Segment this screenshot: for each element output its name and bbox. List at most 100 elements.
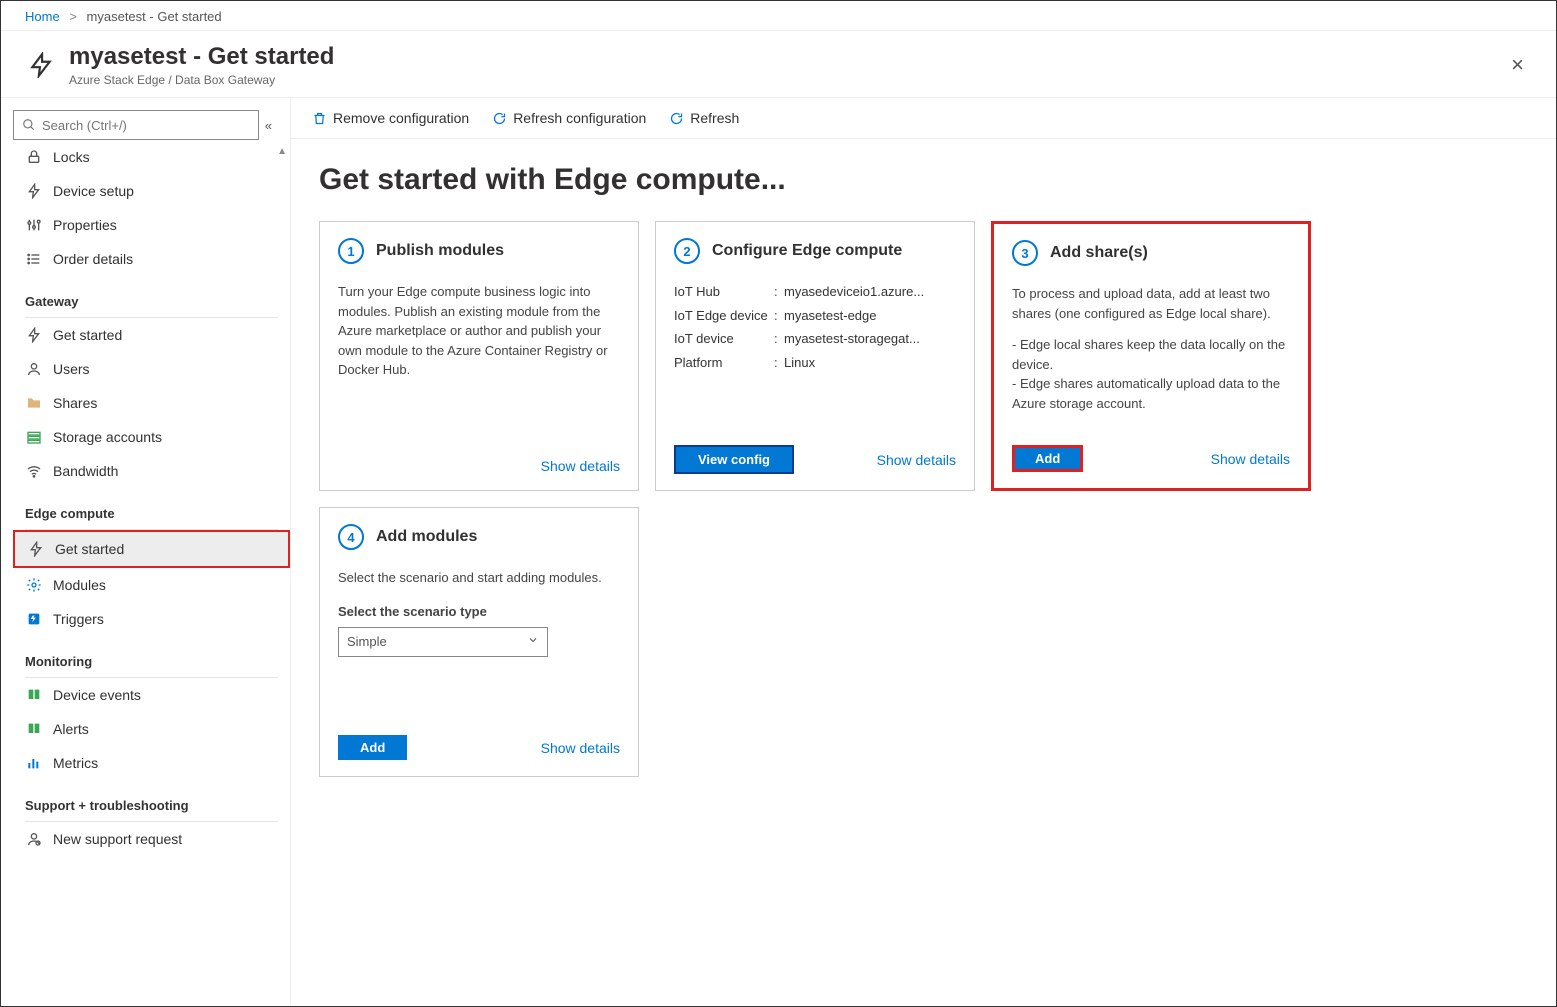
- refresh-config-button[interactable]: Refresh configuration: [491, 110, 646, 126]
- lock-icon: [25, 148, 43, 166]
- sidebar-item[interactable]: Shares: [13, 386, 290, 420]
- info-row: Platform:Linux: [674, 353, 956, 373]
- remove-config-label: Remove configuration: [333, 110, 469, 126]
- page-subtitle: Azure Stack Edge / Data Box Gateway: [69, 73, 334, 87]
- info-value: Linux: [784, 353, 956, 373]
- card-body: Turn your Edge compute business logic in…: [338, 282, 620, 442]
- sidebar-item[interactable]: Alerts: [13, 712, 290, 746]
- card-body: To process and upload data, add at least…: [1012, 284, 1290, 429]
- bolt-icon: [25, 326, 43, 344]
- card-title: Publish modules: [376, 242, 504, 260]
- refresh-button[interactable]: Refresh: [668, 110, 739, 126]
- step-number: 3: [1012, 240, 1038, 266]
- sidebar-item[interactable]: Metrics: [13, 746, 290, 780]
- scroll-up-icon[interactable]: ▲: [277, 146, 287, 157]
- info-row: IoT Edge device:myasetest-edge: [674, 306, 956, 326]
- sidebar-item[interactable]: Device setup: [13, 174, 290, 208]
- search-field[interactable]: [42, 118, 250, 133]
- sidebar-section-header: Support + troubleshooting: [13, 780, 290, 817]
- sidebar-item-label: Get started: [53, 327, 122, 343]
- add-button[interactable]: Add: [338, 735, 407, 760]
- card-body: Select the scenario and start adding mod…: [338, 568, 620, 719]
- chevron-down-icon: [527, 632, 539, 652]
- book-icon: [25, 686, 43, 704]
- support-icon: [25, 830, 43, 848]
- add-button[interactable]: Add: [1012, 445, 1083, 472]
- info-key: IoT device: [674, 329, 774, 349]
- info-key: Platform: [674, 353, 774, 373]
- storage-icon: [25, 428, 43, 446]
- sidebar-item[interactable]: Users: [13, 352, 290, 386]
- sidebar-item[interactable]: Storage accounts: [13, 420, 290, 454]
- info-key: IoT Hub: [674, 282, 774, 302]
- breadcrumb-home[interactable]: Home: [25, 9, 60, 24]
- refresh-icon: [491, 110, 507, 126]
- folder-icon: [25, 394, 43, 412]
- show-details-link[interactable]: Show details: [1211, 451, 1290, 467]
- trigger-icon: [25, 610, 43, 628]
- sidebar-section-header: Edge compute: [13, 488, 290, 525]
- card-body: IoT Hub:myasedeviceio1.azure... IoT Edge …: [674, 282, 956, 429]
- sidebar-item[interactable]: Properties: [13, 208, 290, 242]
- card-add-modules: 4 Add modules Select the scenario and st…: [319, 507, 639, 777]
- step-number: 4: [338, 524, 364, 550]
- chart-icon: [25, 754, 43, 772]
- sidebar-item[interactable]: New support request: [13, 822, 290, 856]
- sidebar-item-label: Device setup: [53, 183, 134, 199]
- card-add-shares: 3 Add share(s) To process and upload dat…: [991, 221, 1311, 491]
- wifi-icon: [25, 462, 43, 480]
- info-key: IoT Edge device: [674, 306, 774, 326]
- close-icon[interactable]: ×: [1503, 48, 1532, 82]
- sidebar-item-label: Shares: [53, 395, 97, 411]
- view-config-button[interactable]: View config: [674, 445, 794, 474]
- card-text: To process and upload data, add at least…: [1012, 284, 1290, 323]
- search-input[interactable]: [13, 110, 259, 140]
- scenario-select[interactable]: Simple: [338, 627, 548, 657]
- sidebar-item[interactable]: Triggers: [13, 602, 290, 636]
- info-row: IoT device:myasetest-storagegat...: [674, 329, 956, 349]
- select-value: Simple: [347, 632, 387, 652]
- sidebar: « ▲ Locks Device setup Properties Order det…: [1, 98, 291, 1006]
- list-icon: [25, 250, 43, 268]
- sidebar-item[interactable]: Get started: [13, 318, 290, 352]
- sidebar-section-header: Gateway: [13, 276, 290, 313]
- sidebar-item-label: New support request: [53, 831, 182, 847]
- sidebar-item[interactable]: Locks: [13, 140, 290, 174]
- select-label: Select the scenario type: [338, 602, 620, 622]
- sidebar-item[interactable]: Device events: [13, 678, 290, 712]
- sidebar-item[interactable]: Modules: [13, 568, 290, 602]
- collapse-sidebar-icon[interactable]: «: [265, 118, 272, 133]
- book-icon: [25, 720, 43, 738]
- breadcrumb: Home > myasetest - Get started: [1, 1, 1556, 31]
- sidebar-item[interactable]: Order details: [13, 242, 290, 276]
- refresh-label: Refresh: [690, 110, 739, 126]
- sidebar-section-header: Monitoring: [13, 636, 290, 673]
- sidebar-item-label: Bandwidth: [53, 463, 118, 479]
- toolbar: Remove configuration Refresh configurati…: [291, 98, 1556, 139]
- bolt-icon: [25, 49, 57, 81]
- sidebar-item-label: Metrics: [53, 755, 98, 771]
- info-row: IoT Hub:myasedeviceio1.azure...: [674, 282, 956, 302]
- remove-config-button[interactable]: Remove configuration: [311, 110, 469, 126]
- sidebar-item-label: Modules: [53, 577, 106, 593]
- sidebar-item-label: Locks: [53, 149, 90, 165]
- sidebar-item[interactable]: Bandwidth: [13, 454, 290, 488]
- sidebar-item[interactable]: Get started: [13, 530, 290, 568]
- person-icon: [25, 360, 43, 378]
- sliders-icon: [25, 216, 43, 234]
- show-details-link[interactable]: Show details: [541, 740, 620, 756]
- step-number: 1: [338, 238, 364, 264]
- breadcrumb-sep: >: [69, 9, 77, 24]
- show-details-link[interactable]: Show details: [541, 458, 620, 474]
- sidebar-item-label: Order details: [53, 251, 133, 267]
- content-heading: Get started with Edge compute...: [319, 163, 1528, 197]
- sidebar-item-label: Device events: [53, 687, 141, 703]
- info-value: myasetest-edge: [784, 306, 956, 326]
- card-configure-edge: 2 Configure Edge compute IoT Hub:myasede…: [655, 221, 975, 491]
- main-content: Remove configuration Refresh configurati…: [291, 98, 1556, 1006]
- sidebar-item-label: Alerts: [53, 721, 89, 737]
- sidebar-item-label: Users: [53, 361, 90, 377]
- card-text: - Edge local shares keep the data locall…: [1012, 335, 1290, 374]
- show-details-link[interactable]: Show details: [877, 452, 956, 468]
- card-text: Select the scenario and start adding mod…: [338, 568, 620, 588]
